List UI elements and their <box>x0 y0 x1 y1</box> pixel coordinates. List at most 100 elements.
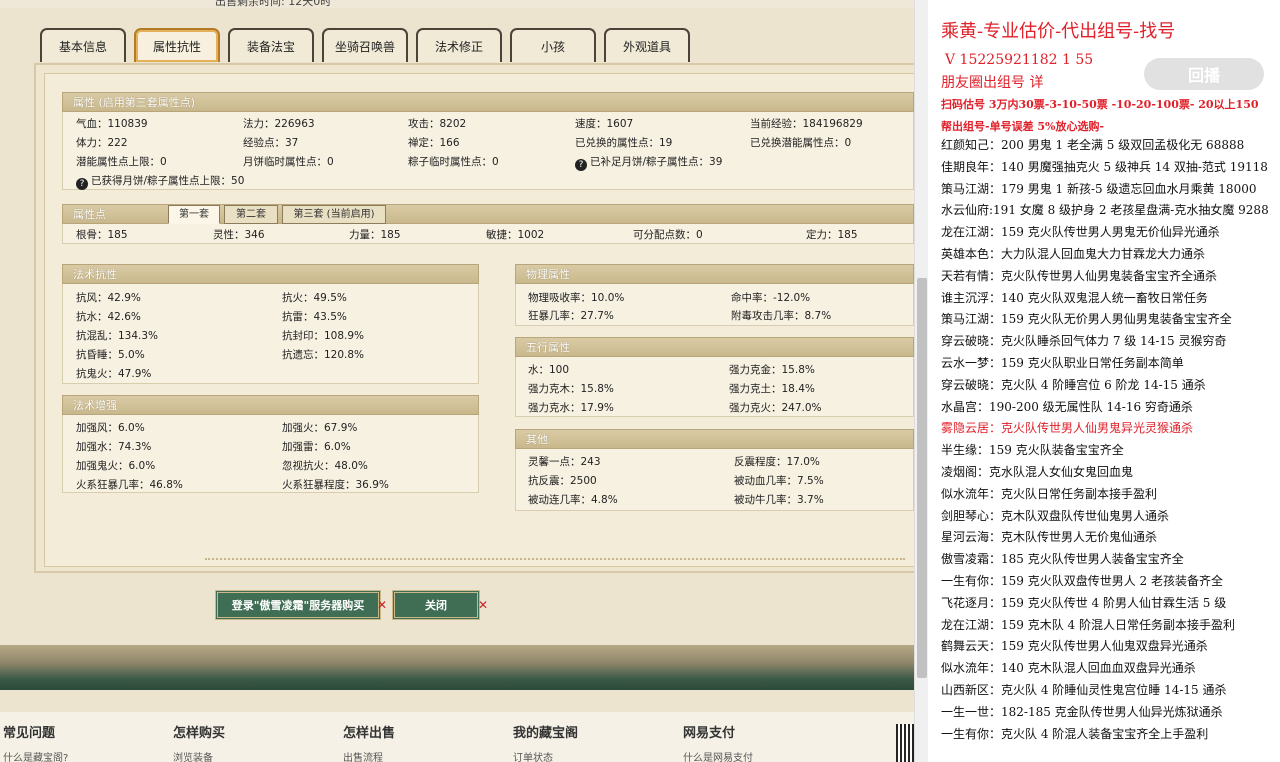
resist-water: 抗水：42.6% <box>76 311 141 323</box>
tab-spell-fix[interactable]: 法术修正 <box>416 28 502 62</box>
close-x-icon: ✕ <box>377 598 388 612</box>
chat-line: 半生缘：159 克火队装备宝宝齐全 <box>941 443 1124 458</box>
wuxing-header: 五行属性 <box>515 337 914 357</box>
phys-crit-rate: 狂暴几率：27.7% <box>528 310 614 322</box>
game-page: 出售剩余时间: 12天0时 基本信息 属性抗性 装备法宝 坐骑召唤兽 法术修正 … <box>0 0 914 762</box>
attr-points-limit: ? 已获得月饼/粽子属性点上限：50 <box>76 173 244 190</box>
chat-line: 一生有你：159 克火队双盘传世男人 2 老孩装备齐全 <box>941 573 1223 588</box>
tab-child[interactable]: 小孩 <box>510 28 596 62</box>
chat-line: 云水一梦：159 克火队职业日常任务副本简单 <box>941 355 1184 370</box>
tab-mount-summon[interactable]: 坐骑召唤兽 <box>322 28 408 62</box>
close-x-icon: ✕ <box>478 598 489 612</box>
footer-link[interactable]: 什么是网易支付 <box>683 749 753 762</box>
page-scrollbar[interactable] <box>914 0 928 762</box>
points-subtab-3[interactable]: 第三套 (当前启用) <box>282 205 386 224</box>
chat-line: 似水流年：克火队日常任务副本接手盈利 <box>941 486 1158 501</box>
qr-code-icon <box>896 724 914 762</box>
wuxing-vs-earth: 强力克土：18.4% <box>729 383 815 395</box>
chat-title: 乘黄-专业估价-代出组号-找号 <box>941 21 1176 42</box>
footer-title: 网易支付 <box>683 726 736 741</box>
point-constitution: 根骨：185 <box>76 229 128 241</box>
wuxing-vs-water: 强力克水：17.9% <box>528 402 614 414</box>
footer-title: 怎样购买 <box>173 726 226 741</box>
point-available: 可分配点数：0 <box>633 229 703 241</box>
resist-seal: 抗封印：108.9% <box>282 330 365 342</box>
chat-line: 谁主沉浮：140 克火队双鬼混人统一畜牧日常任务 <box>941 290 1208 305</box>
point-endurance: 定力：185 <box>806 229 858 241</box>
enhance-ghostfire: 加强鬼火：6.0% <box>76 460 156 472</box>
points-subtab-1[interactable]: 第一套 <box>168 205 220 224</box>
tab-bar: 基本信息 属性抗性 装备法宝 坐骑召唤兽 法术修正 小孩 外观道具 <box>40 28 690 64</box>
chat-subtitle: 朋友圈出组号 详 <box>941 75 1044 91</box>
phys-hit-rate: 命中率：-12.0% <box>731 292 811 304</box>
other-passive-combo: 被动连几率：4.8% <box>528 494 618 506</box>
help-icon[interactable]: ? <box>575 159 587 171</box>
attr-exp-points: 经验点：37 <box>243 137 299 149</box>
attr-attack: 攻击：8202 <box>408 118 467 130</box>
tab-attributes[interactable]: 属性抗性 <box>134 28 220 62</box>
resist-fire: 抗火：49.5% <box>282 292 347 304</box>
footer-link[interactable]: 订单状态 <box>513 749 578 762</box>
login-buy-button[interactable]: 登录"傲雪凌霜"服务器购买 <box>215 590 381 620</box>
chat-overlay: 乘黄-专业估价-代出组号-找号 V 15225921182 1 55 朋友圈出组… <box>929 0 1280 762</box>
enhance-wind: 加强风：6.0% <box>76 422 145 434</box>
other-header: 其他 <box>515 429 914 449</box>
help-icon[interactable]: ? <box>76 178 88 190</box>
physical-header: 物理属性 <box>515 264 914 284</box>
points-body: 根骨：185 灵性：346 力量：185 敏捷：1002 可分配点数：0 定力：… <box>62 224 914 244</box>
footer-link[interactable]: 浏览装备 <box>173 749 225 762</box>
other-lingxi: 灵馨一点：243 <box>528 456 601 468</box>
chat-line: 一生有你：克火队 4 阶混人装备宝宝齐全上手盈利 <box>941 726 1209 741</box>
footer-col-faq: 常见问题 什么是藏宝阁? <box>3 722 68 762</box>
chat-line: 穿云破晓：克火队睡杀回气体力 7 级 14-15 灵猴穷奇 <box>941 334 1227 349</box>
tab-appearance[interactable]: 外观道具 <box>604 28 690 62</box>
divider <box>205 558 905 560</box>
chat-line: 策马江湖：179 男鬼 1 新孩-5 级遗忘回血水月乘黄 18000 <box>941 181 1257 196</box>
chat-line: 鹤舞云天：159 克火队传世男人仙鬼双盘异光通杀 <box>941 639 1208 654</box>
tab-equipment[interactable]: 装备法宝 <box>228 28 314 62</box>
attr-mp: 法力：226963 <box>243 118 315 130</box>
enhance-water: 加强水：74.3% <box>76 441 152 453</box>
chat-line: 凌烟阁：克水队混人女仙女鬼回血鬼 <box>941 464 1134 479</box>
other-body: 灵馨一点：243 抗反震：2500 被动连几率：4.8% 反震程度：17.0% … <box>515 449 914 511</box>
chat-line: 佳期良年：140 男魔强抽克火 5 级神兵 14 双抽-范式 19118 <box>941 159 1268 174</box>
enhance-fire-crit-degree: 火系狂暴程度：36.9% <box>282 479 389 491</box>
chat-line: 剑胆琴心：克木队双盘队传世仙鬼男人通杀 <box>941 508 1170 523</box>
attr-stamina: 体力：222 <box>76 137 128 149</box>
footer-link[interactable]: 什么是藏宝阁? <box>3 749 68 762</box>
wuxing-vs-metal: 强力克金：15.8% <box>729 364 815 376</box>
wuxing-vs-wood: 强力克木：15.8% <box>528 383 614 395</box>
points-subtab-2[interactable]: 第二套 <box>224 205 278 224</box>
attr-speed: 速度：1607 <box>575 118 634 130</box>
chat-line: 龙在江湖：159 克火队传世男人男鬼无价仙异光通杀 <box>941 225 1220 240</box>
point-spirit: 灵性：346 <box>213 229 265 241</box>
ignore-fire-resist: 忽视抗火：48.0% <box>282 460 368 472</box>
scrollbar-thumb[interactable] <box>917 278 927 678</box>
attr-exchanged-potential: 已兑换潜能属性点：0 <box>750 137 852 149</box>
footer-title: 常见问题 <box>3 726 56 741</box>
point-agility: 敏捷：1002 <box>486 229 545 241</box>
chat-line: 雾隐云居：克火队传世男人仙男鬼异光灵猴通杀 <box>941 421 1194 436</box>
footer-link[interactable]: 出售流程 <box>343 749 395 762</box>
chat-list: 红颜知己：200 男鬼 1 老全满 5 级双回孟极化无 68888 佳期良年：14… <box>941 135 1280 745</box>
footer-title: 怎样出售 <box>343 726 396 741</box>
other-anti-counter: 抗反震：2500 <box>528 475 597 487</box>
tab-basic-info[interactable]: 基本信息 <box>40 28 126 62</box>
enhance-fire-crit-rate: 火系狂暴几率：46.8% <box>76 479 183 491</box>
footer-col-pay: 网易支付 什么是网易支付 <box>683 722 753 762</box>
chat-line: 傲雪凌霜：185 克火队传世男人装备宝宝齐全 <box>941 552 1184 567</box>
watermark-logo: 回播 <box>1144 58 1264 90</box>
wuxing-vs-fire: 强力克火：247.0% <box>729 402 822 414</box>
enhance-thunder: 加强雷：6.0% <box>282 441 351 453</box>
chat-line: 山西新区：克火队 4 阶睡仙灵性鬼宫位睡 14-15 通杀 <box>941 682 1227 697</box>
chat-line: 水云仙府:191 女魔 8 级护身 2 老孩星盘满-克水抽女魔 9288 <box>941 203 1269 218</box>
enhance-fire: 加强火：67.9% <box>282 422 358 434</box>
attributes-body: 气血：110839 法力：226963 攻击：8202 速度：1607 当前经验… <box>62 112 914 190</box>
chat-line: 策马江湖：159 克火队无价男人男仙男鬼装备宝宝齐全 <box>941 312 1232 327</box>
close-button[interactable]: 关闭 <box>392 590 480 620</box>
chat-line: 一生一世：182-185 克金队传世男人仙异光炼狱通杀 <box>941 704 1223 719</box>
attr-filled-points: ? 已补足月饼/粽子属性点：39 <box>575 154 722 171</box>
attr-mooncake-temp: 月饼临时属性点：0 <box>243 156 334 168</box>
chat-line: 红颜知己：200 男鬼 1 老全满 5 级双回孟极化无 68888 <box>941 138 1245 152</box>
wuxing-body: 水：100 强力克木：15.8% 强力克水：17.9% 强力克金：15.8% 强… <box>515 357 914 417</box>
